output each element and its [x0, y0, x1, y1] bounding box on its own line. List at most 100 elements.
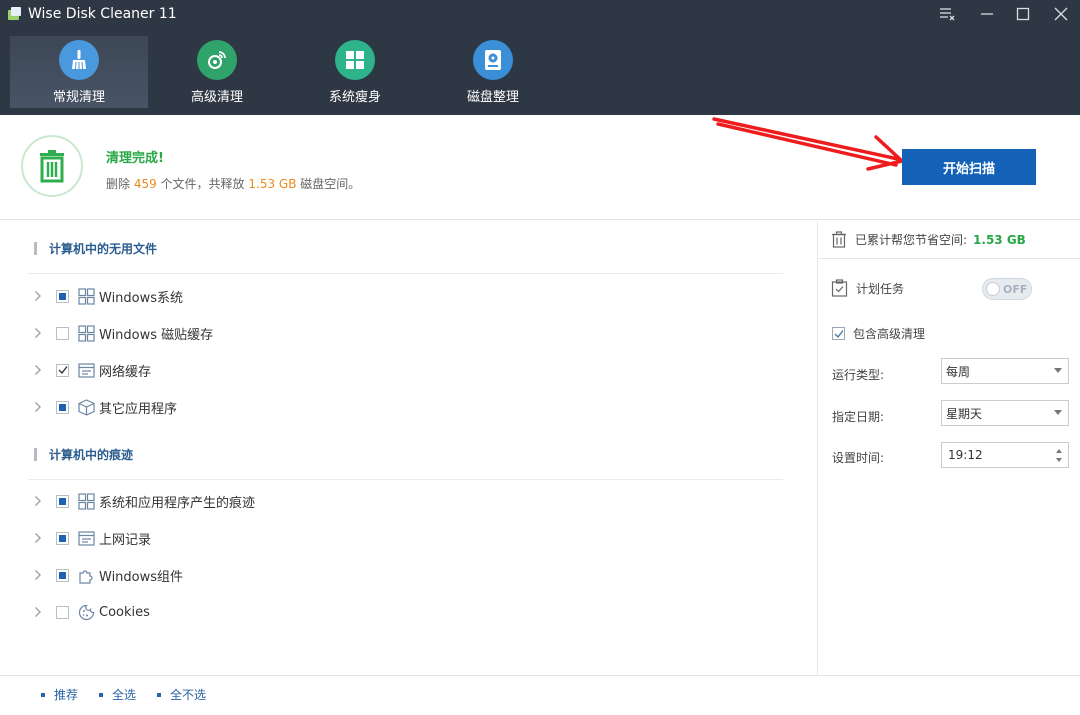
checkbox-partial[interactable]	[56, 568, 69, 582]
item-label: Windows组件	[99, 569, 184, 585]
list-item[interactable]: 其它应用程序	[34, 396, 177, 418]
status-icon-circle	[21, 135, 83, 197]
chevron-right-icon[interactable]	[34, 532, 46, 544]
tab-disk-defrag[interactable]: 磁盘整理	[424, 36, 562, 108]
checkbox-unchecked[interactable]	[56, 326, 69, 340]
checkbox-partial[interactable]	[56, 289, 69, 303]
select-value: 星期天	[946, 406, 983, 421]
chevron-down-icon	[1054, 368, 1062, 373]
box-icon	[77, 398, 95, 416]
status-panel: 清理完成! 删除 459 个文件，共释放 1.53 GB 磁盘空间。 开始扫描	[0, 115, 1080, 220]
menu-icon[interactable]	[928, 0, 966, 28]
saved-label: 已累计帮您节省空间:	[855, 233, 968, 247]
checkbox-checked[interactable]	[56, 363, 69, 377]
window-title: Wise Disk Cleaner 11	[28, 6, 177, 22]
maximize-icon[interactable]	[1004, 0, 1042, 28]
list-item[interactable]: 网络缓存	[34, 359, 151, 381]
saved-value: 1.53 GB	[973, 232, 1026, 247]
list-item[interactable]: Windows组件	[34, 564, 183, 586]
checkbox-partial[interactable]	[56, 531, 69, 545]
toggle-text: OFF	[1003, 282, 1028, 296]
chevron-right-icon[interactable]	[34, 290, 46, 302]
item-label: Cookies	[99, 604, 150, 620]
tab-regular-clean[interactable]: 常规清理	[10, 36, 148, 108]
windows-icon	[335, 40, 375, 80]
summary-mid: 个文件，共释放	[156, 177, 249, 191]
tab-label: 磁盘整理	[466, 90, 519, 105]
schedule-label: 计划任务	[856, 281, 905, 296]
satellite-icon	[197, 40, 237, 80]
item-label: 上网记录	[99, 532, 152, 548]
chevron-right-icon[interactable]	[34, 606, 46, 618]
divider	[818, 258, 1080, 259]
footer-bar: 推荐 全选 全不选	[0, 675, 1080, 715]
date-select[interactable]: 星期天	[941, 400, 1069, 426]
start-scan-button[interactable]: 开始扫描	[902, 149, 1036, 185]
chevron-down-icon	[1054, 410, 1062, 415]
trash-icon	[40, 150, 64, 183]
status-summary: 删除 459 个文件，共释放 1.53 GB 磁盘空间。	[106, 175, 360, 192]
spin-down-icon[interactable]	[1056, 458, 1062, 462]
run-type-select[interactable]: 每周	[941, 358, 1069, 384]
item-label: 系统和应用程序产生的痕迹	[99, 495, 256, 511]
app-logo-icon	[8, 7, 22, 21]
section-title: 计算机中的无用文件	[49, 242, 158, 256]
chevron-right-icon[interactable]	[34, 569, 46, 581]
main-nav: 常规清理 高级清理 系统瘦身 磁盘整理	[10, 36, 562, 108]
include-advanced-option[interactable]: 包含高级清理	[832, 325, 925, 342]
cookie-icon	[77, 603, 95, 621]
time-label: 设置时间:	[832, 451, 885, 465]
select-none-link[interactable]: 全不选	[157, 686, 206, 703]
clipboard-check-icon	[831, 279, 848, 297]
select-all-link[interactable]: 全选	[99, 686, 136, 703]
disk-icon	[473, 40, 513, 80]
title-bar: Wise Disk Cleaner 11 常规清理 高级清理 系统瘦身 磁盘整理	[0, 0, 1080, 115]
schedule-toggle[interactable]: OFF	[982, 278, 1032, 300]
list-item[interactable]: Cookies	[34, 601, 150, 623]
checkbox-partial[interactable]	[56, 494, 69, 508]
select-value: 每周	[946, 364, 971, 379]
list-item[interactable]: 系统和应用程序产生的痕迹	[34, 490, 255, 512]
include-advanced-label: 包含高级清理	[853, 327, 926, 341]
windows-grid-icon	[77, 492, 95, 510]
time-value: 19:12	[948, 448, 983, 462]
item-label: 其它应用程序	[99, 401, 178, 417]
chevron-right-icon[interactable]	[34, 495, 46, 507]
tab-label: 系统瘦身	[328, 90, 381, 105]
checkbox-unchecked[interactable]	[56, 605, 69, 619]
puzzle-icon	[77, 566, 95, 584]
link-label: 全不选	[170, 688, 207, 702]
trash-icon	[832, 231, 846, 248]
recommend-link[interactable]: 推荐	[41, 686, 78, 703]
clean-items-panel: 计算机中的无用文件 Windows系统 Windows 磁贴缓存 网络缓存 其它…	[0, 221, 817, 675]
chevron-right-icon[interactable]	[34, 364, 46, 376]
app-title: Wise Disk Cleaner 11	[8, 6, 177, 22]
toggle-knob	[986, 282, 1000, 296]
link-label: 全选	[112, 688, 137, 702]
section-divider	[28, 273, 783, 274]
tab-advanced-clean[interactable]: 高级清理	[148, 36, 286, 108]
item-label: Windows 磁贴缓存	[99, 327, 214, 343]
link-label: 推荐	[54, 688, 79, 702]
tab-system-slim[interactable]: 系统瘦身	[286, 36, 424, 108]
close-icon[interactable]	[1042, 0, 1080, 28]
spin-up-icon[interactable]	[1056, 449, 1062, 453]
broom-icon	[59, 40, 99, 80]
chevron-right-icon[interactable]	[34, 327, 46, 339]
summary-suffix: 磁盘空间。	[296, 177, 361, 191]
list-item[interactable]: Windows系统	[34, 285, 183, 307]
status-title: 清理完成!	[106, 151, 164, 166]
list-item[interactable]: 上网记录	[34, 527, 151, 549]
checkbox-checked[interactable]	[832, 327, 845, 340]
list-item[interactable]: Windows 磁贴缓存	[34, 322, 213, 344]
chevron-right-icon[interactable]	[34, 401, 46, 413]
windows-grid-icon	[77, 324, 95, 342]
settings-panel: 已累计帮您节省空间: 1.53 GB 计划任务 OFF 包含高级清理 运行类型:…	[817, 221, 1080, 675]
minimize-icon[interactable]	[968, 0, 1006, 28]
time-stepper[interactable]: 19:12	[941, 442, 1069, 468]
tab-label: 高级清理	[190, 90, 243, 105]
checkbox-partial[interactable]	[56, 400, 69, 414]
section-traces: 计算机中的痕迹	[34, 446, 133, 463]
freed-size: 1.53 GB	[248, 177, 297, 191]
saved-space: 已累计帮您节省空间: 1.53 GB	[831, 231, 1026, 248]
